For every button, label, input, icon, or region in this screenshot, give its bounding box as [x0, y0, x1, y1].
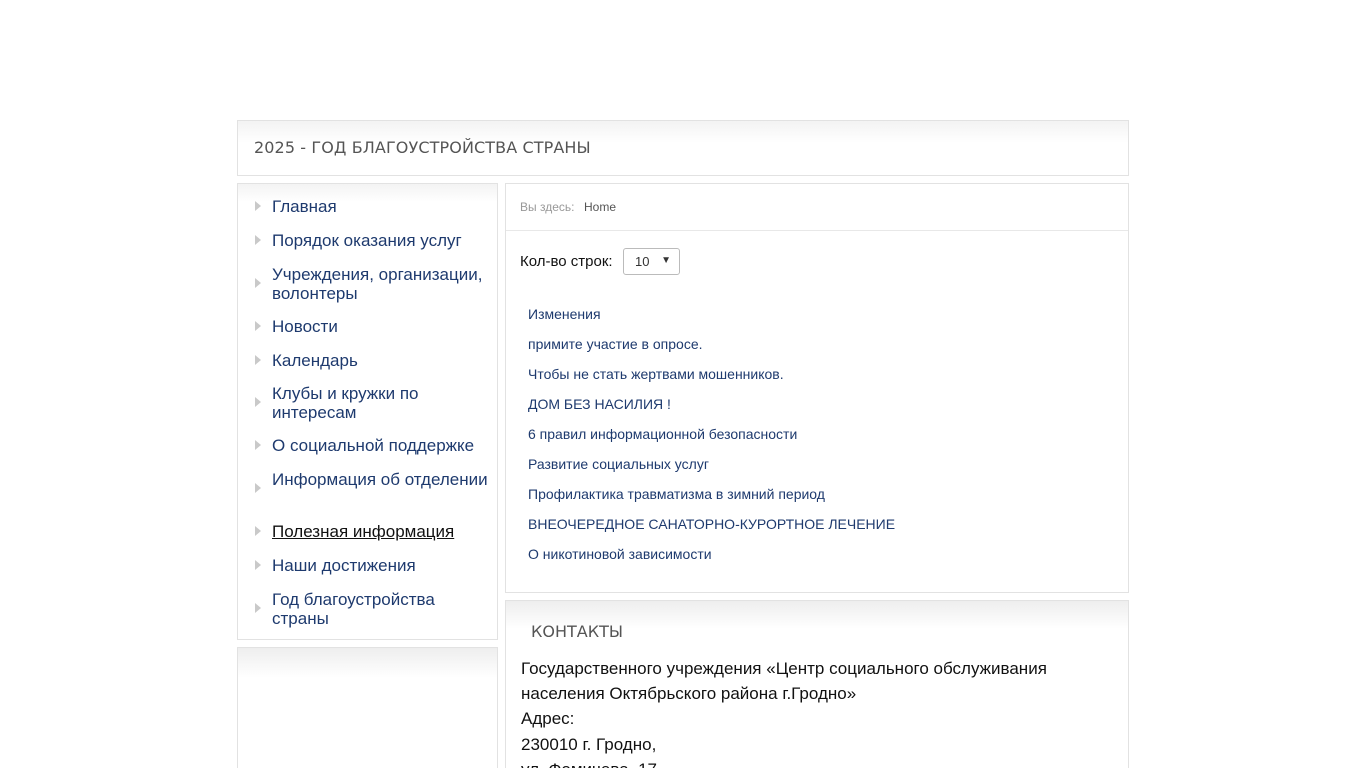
- sidebar-item-label: Информация об отделении: [272, 470, 488, 489]
- arrow-right-icon: [255, 321, 261, 331]
- page: 2025 - ГОД БЛАГОУСТРОЙСТВА СТРАНЫ Главна…: [0, 0, 1366, 768]
- sidebar-item-label: Учреждения, организации, волонтеры: [272, 265, 483, 303]
- rows-count-value: 10: [635, 254, 650, 269]
- contacts-title: КОНТАКТЫ: [531, 622, 623, 641]
- sidebar-item-label: Порядок оказания услуг: [272, 231, 462, 250]
- contacts-address-label: Адрес:: [521, 709, 575, 728]
- contacts-org-line: населения Октябрьского района г.Гродно»: [521, 684, 857, 703]
- sidebar-item-institutions[interactable]: Учреждения, организации, волонтеры: [238, 264, 497, 304]
- year-banner: 2025 - ГОД БЛАГОУСТРОЙСТВА СТРАНЫ: [237, 120, 1129, 176]
- article-link[interactable]: О никотиновой зависимости: [528, 546, 712, 562]
- contacts-panel: КОНТАКТЫ Государственного учреждения «Це…: [505, 600, 1129, 768]
- contacts-address-city: 230010 г. Гродно,: [521, 735, 657, 754]
- main-content: Вы здесь: Home Кол-во строк: 10 ▼ Измене…: [505, 183, 1129, 593]
- sidebar-item-department-info[interactable]: Информация об отделении: [238, 469, 497, 509]
- sidebar-item-label: Полезная информация: [272, 522, 455, 541]
- arrow-right-icon: [255, 483, 261, 493]
- sidebar-item-services-order[interactable]: Порядок оказания услуг: [238, 230, 497, 252]
- arrow-right-icon: [255, 355, 261, 365]
- sidebar-item-label: Новости: [272, 317, 338, 336]
- article-link[interactable]: Профилактика травматизма в зимний период: [528, 486, 825, 502]
- arrow-right-icon: [255, 526, 261, 536]
- article-link[interactable]: 6 правил информационной безопасности: [528, 426, 797, 442]
- sidebar-item-calendar[interactable]: Календарь: [238, 350, 497, 372]
- rows-count-select[interactable]: 10 ▼: [623, 248, 680, 275]
- arrow-right-icon: [255, 201, 261, 211]
- article-link[interactable]: ВНЕОЧЕРЕДНОЕ САНАТОРНО-КУРОРТНОЕ ЛЕЧЕНИЕ: [528, 516, 895, 532]
- banner-title: 2025 - ГОД БЛАГОУСТРОЙСТВА СТРАНЫ: [254, 138, 591, 157]
- sidebar-item-label: О социальной поддержке: [272, 436, 475, 455]
- sidebar-item-useful-info[interactable]: Полезная информация: [238, 521, 497, 543]
- article-link[interactable]: ДОМ БЕЗ НАСИЛИЯ !: [528, 396, 671, 412]
- arrow-right-icon: [255, 235, 261, 245]
- arrow-right-icon: [255, 278, 261, 288]
- breadcrumb-home-link[interactable]: Home: [584, 200, 616, 214]
- sidebar-item-label: Клубы и кружки по интересам: [272, 384, 419, 422]
- rows-count-label: Кол-во строк:: [520, 253, 613, 270]
- arrow-right-icon: [255, 603, 261, 613]
- chevron-down-icon: ▼: [661, 255, 671, 266]
- sidebar-secondary-box: [237, 647, 498, 768]
- sidebar-item-label: Календарь: [272, 351, 358, 370]
- sidebar-item-label: Год благоустройства страны: [272, 590, 435, 628]
- sidebar-item-achievements[interactable]: Наши достижения: [238, 555, 497, 577]
- contacts-org-line: Государственного учреждения «Центр социа…: [521, 659, 1047, 678]
- sidebar-item-label: Наши достижения: [272, 556, 416, 575]
- breadcrumb-prefix: Вы здесь:: [520, 200, 575, 214]
- arrow-right-icon: [255, 560, 261, 570]
- sidebar-item-news[interactable]: Новости: [238, 316, 497, 338]
- arrow-right-icon: [255, 397, 261, 407]
- sidebar-menu: Главная Порядок оказания услуг Учреждени…: [237, 183, 498, 640]
- sidebar-item-clubs[interactable]: Клубы и кружки по интересам: [238, 383, 497, 423]
- contacts-address-street: ул. Фомичева, 17: [521, 760, 657, 768]
- breadcrumb: Вы здесь: Home: [506, 184, 1128, 231]
- sidebar-item-social-support[interactable]: О социальной поддержке: [238, 435, 497, 457]
- article-link[interactable]: Изменения: [528, 306, 601, 322]
- article-link[interactable]: примите участие в опросе.: [528, 336, 703, 352]
- article-link[interactable]: Развитие социальных услуг: [528, 456, 709, 472]
- sidebar-item-label: Главная: [272, 197, 337, 216]
- sidebar-item-home[interactable]: Главная: [238, 196, 497, 218]
- arrow-right-icon: [255, 440, 261, 450]
- sidebar-item-year-of-improvement[interactable]: Год благоустройства страны: [238, 589, 497, 629]
- article-link[interactable]: Чтобы не стать жертвами мошенников.: [528, 366, 784, 382]
